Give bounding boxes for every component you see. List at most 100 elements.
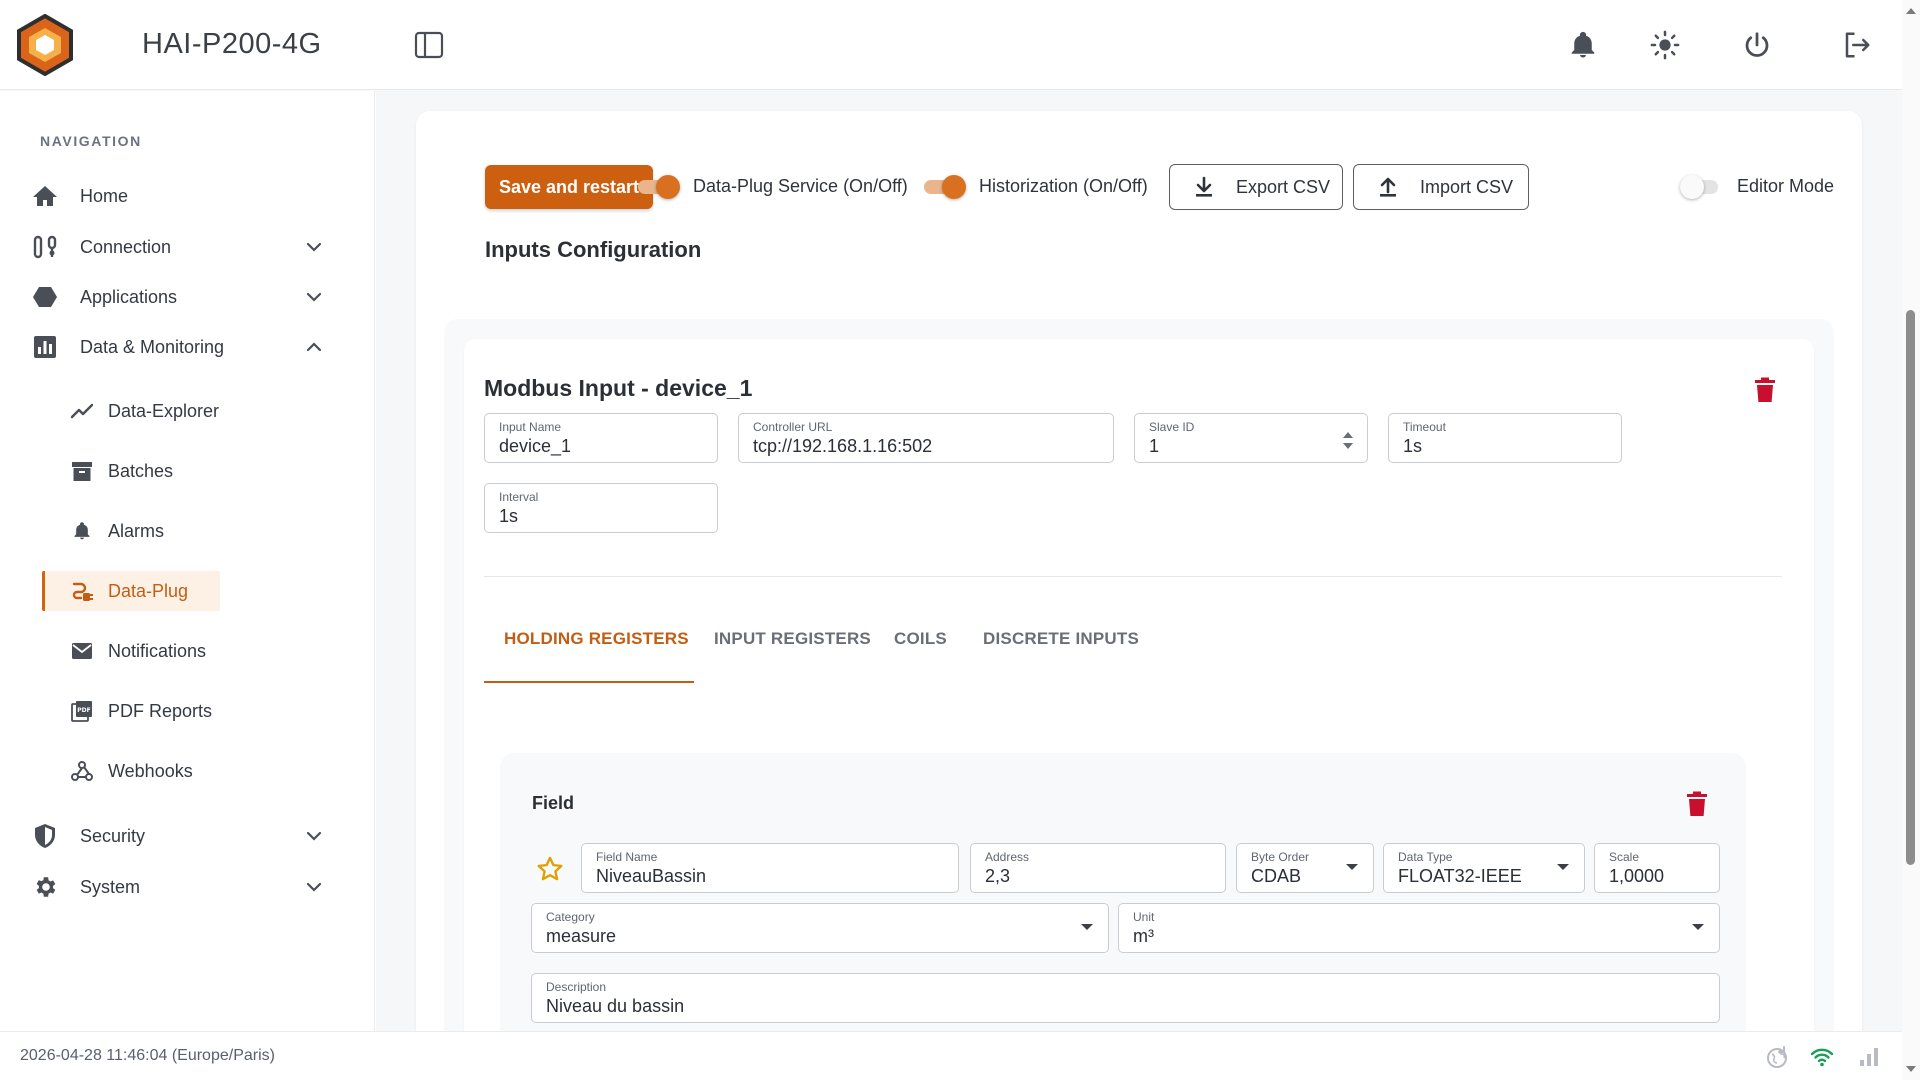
chevron-down-icon — [306, 242, 322, 252]
sidebar-item-label: Security — [80, 825, 146, 846]
webhook-icon — [68, 757, 96, 785]
sun-icon[interactable] — [1650, 30, 1680, 60]
sidebar-item-alarms[interactable]: Alarms — [42, 511, 220, 551]
historization-switch[interactable] — [924, 175, 966, 199]
sidebar-item-notifications[interactable]: Notifications — [42, 631, 220, 671]
delete-field-icon[interactable] — [1686, 791, 1708, 817]
sidebar-item-security[interactable]: Security — [28, 816, 338, 856]
editor-mode-switch[interactable] — [1680, 175, 1722, 199]
scale-field[interactable]: Scale 1,0000 — [1594, 843, 1720, 893]
byte-order-select[interactable]: Byte Order CDAB — [1236, 843, 1374, 893]
field-card: Field Field Name NiveauBassin Address 2,… — [500, 753, 1746, 1031]
app-root: HAI-P200-4G NAVIGATION Home Connection A… — [0, 0, 1920, 1080]
logout-icon[interactable] — [1842, 30, 1872, 60]
section-title: Inputs Configuration — [485, 237, 702, 262]
tab-discrete-inputs[interactable]: DISCRETE INPUTS — [983, 629, 1139, 649]
tab-holding-registers[interactable]: HOLDING REGISTERS — [504, 629, 689, 649]
chevron-down-icon — [306, 292, 322, 302]
wifi-icon — [1810, 1048, 1834, 1067]
top-header: HAI-P200-4G — [0, 0, 1902, 90]
historization-label: Historization (On/Off) — [979, 176, 1148, 196]
description-field[interactable]: Description Niveau du bassin — [531, 973, 1720, 1023]
sidebar-item-label: Data & Monitoring — [80, 336, 225, 357]
shield-icon — [28, 819, 62, 853]
dropdown-arrow-icon — [1692, 924, 1704, 930]
data-plug-service-switch[interactable] — [638, 175, 680, 199]
controller-url-field[interactable]: Controller URL tcp://192.168.1.16:502 — [738, 413, 1114, 463]
sidebar-item-applications[interactable]: Applications — [28, 277, 338, 317]
slave-id-field[interactable]: Slave ID 1 — [1134, 413, 1368, 463]
category-select[interactable]: Category measure — [531, 903, 1109, 953]
field-card-title: Field — [532, 793, 575, 813]
data-type-select[interactable]: Data Type FLOAT32-IEEE — [1383, 843, 1585, 893]
import-csv-button[interactable]: Import CSV — [1353, 164, 1529, 210]
sidebar-item-label: Data-Explorer — [108, 400, 220, 421]
chevron-down-icon — [306, 882, 322, 892]
sidebar-item-label: PDF Reports — [108, 700, 213, 721]
sidebar-item-label: Connection — [80, 236, 172, 257]
editor-mode-label: Editor Mode — [1737, 176, 1835, 196]
device-title: HAI-P200-4G — [142, 28, 322, 60]
tab-input-registers[interactable]: INPUT REGISTERS — [714, 629, 871, 649]
upload-icon — [1380, 177, 1396, 197]
input-card-title: Modbus Input - device_1 — [484, 375, 753, 401]
archive-icon — [68, 457, 96, 485]
divider — [484, 576, 1782, 577]
sidebar: NAVIGATION Home Connection Applications — [0, 91, 375, 1031]
unit-select[interactable]: Unit m³ — [1118, 903, 1720, 953]
input-name-field[interactable]: Input Name device_1 — [484, 413, 718, 463]
stepper-icon[interactable] — [1341, 428, 1355, 452]
logo-icon[interactable] — [16, 14, 74, 76]
chevron-down-icon — [306, 831, 322, 841]
sidebar-item-data-monitoring[interactable]: Data & Monitoring — [28, 327, 338, 367]
dropdown-arrow-icon — [1557, 864, 1569, 870]
sidebar-item-data-explorer[interactable]: Data-Explorer — [42, 391, 220, 431]
tab-coils[interactable]: COILS — [894, 629, 947, 649]
sidebar-item-connection[interactable]: Connection — [28, 227, 338, 267]
chevron-up-icon — [306, 342, 322, 352]
scroll-up-icon[interactable] — [1905, 6, 1917, 16]
gear-icon — [28, 870, 62, 904]
download-icon — [1196, 176, 1212, 197]
sidebar-item-data-plug[interactable]: Data-Plug — [42, 571, 220, 611]
trend-icon — [68, 397, 96, 425]
scrollbar-thumb[interactable] — [1906, 310, 1915, 865]
globe-sync-icon — [1767, 1046, 1787, 1068]
sidebar-item-pdf-reports[interactable]: PDF PDF Reports — [42, 691, 220, 731]
main-content: Save and restart Data-Plug Service (On/O… — [376, 91, 1902, 1031]
sidebar-item-batches[interactable]: Batches — [42, 451, 220, 491]
scroll-down-icon[interactable] — [1905, 1064, 1917, 1074]
star-icon[interactable] — [536, 855, 564, 883]
mail-icon — [68, 637, 96, 665]
sidebar-item-label: Batches — [108, 460, 174, 481]
delete-input-icon[interactable] — [1754, 377, 1776, 403]
connection-icon — [28, 230, 62, 264]
sidebar-item-label: Home — [80, 185, 129, 206]
sidebar-toggle-icon[interactable] — [414, 31, 444, 59]
dropdown-arrow-icon — [1081, 924, 1093, 930]
sidebar-item-label: Alarms — [108, 520, 165, 541]
save-restart-button[interactable]: Save and restart — [485, 165, 653, 209]
status-bar: 2026-04-28 11:46:04 (Europe/Paris) — [0, 1031, 1902, 1080]
bell-icon — [68, 517, 96, 545]
timeout-field[interactable]: Timeout 1s — [1388, 413, 1622, 463]
sidebar-item-webhooks[interactable]: Webhooks — [42, 751, 220, 791]
field-name-field[interactable]: Field Name NiveauBassin — [581, 843, 959, 893]
nav-heading: NAVIGATION — [40, 133, 142, 149]
interval-field[interactable]: Interval 1s — [484, 483, 718, 533]
home-icon — [28, 179, 62, 213]
active-tab-indicator — [484, 681, 694, 683]
dropdown-arrow-icon — [1346, 864, 1358, 870]
bell-icon[interactable] — [1568, 30, 1598, 60]
chart-icon — [28, 330, 62, 364]
address-field[interactable]: Address 2,3 — [970, 843, 1226, 893]
sidebar-item-system[interactable]: System — [28, 867, 338, 907]
sidebar-item-label: Applications — [80, 286, 178, 307]
sidebar-item-label: Notifications — [108, 640, 207, 661]
sidebar-item-home[interactable]: Home — [28, 176, 338, 216]
signal-icon — [1860, 1048, 1878, 1066]
svg-text:PDF: PDF — [77, 707, 90, 714]
export-csv-button[interactable]: Export CSV — [1169, 164, 1343, 210]
power-icon[interactable] — [1742, 30, 1772, 60]
sidebar-item-label: Data-Plug — [108, 580, 189, 601]
